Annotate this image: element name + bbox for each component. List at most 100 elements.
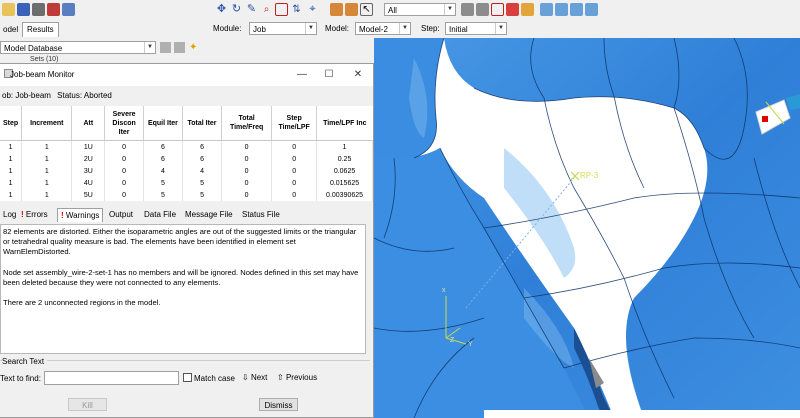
find-input[interactable] [44, 371, 179, 385]
table-cell: 0.00390625 [316, 189, 373, 201]
pan-icon[interactable]: ✎ [245, 3, 258, 16]
table-cell: 1 [0, 153, 23, 165]
table-row[interactable]: 1 1 2U 0 6 6 0 0 0.25 [0, 153, 373, 165]
tab-errors[interactable]: ! Errors [18, 208, 51, 221]
dismiss-button[interactable]: Dismiss [259, 398, 298, 411]
filter-icon[interactable] [461, 3, 474, 16]
main-toolbar: ✥ ↻ ✎ ⌕ ⇅ ⌖ ↖ All ▼ [0, 0, 800, 21]
tab-results[interactable]: Results [22, 22, 59, 37]
warning-icon: ! [61, 211, 64, 220]
tab-data-file[interactable]: Data File [141, 208, 179, 221]
move-icon[interactable]: ✥ [215, 3, 228, 16]
table-cell: 0 [271, 189, 318, 201]
col-header: Equil Iter [143, 106, 184, 141]
save-icon[interactable] [17, 3, 30, 16]
table-cell: 5 [143, 189, 184, 201]
model-label: Model: [325, 24, 350, 33]
search-group-label: Search Text [2, 357, 48, 366]
model-database-select[interactable]: Model Database ▼ [0, 41, 156, 54]
zoom-icon[interactable]: ⌕ [260, 3, 273, 16]
tab-status-file[interactable]: Status File [239, 208, 283, 221]
selection-filter-select[interactable]: All ▼ [384, 3, 456, 16]
kill-button[interactable]: Kill [68, 398, 107, 411]
table-row[interactable]: 1 1 4U 0 5 5 0 0 0.015625 [0, 177, 373, 189]
col-header: Step Time/LPF [271, 106, 318, 141]
model-select[interactable]: Model-2 ▼ [355, 22, 411, 35]
view-icon[interactable] [476, 3, 489, 16]
dialog-titlebar[interactable]: Job-beam Monitor — ☐ ✕ [0, 64, 373, 86]
tab-errors-label: Errors [25, 210, 48, 219]
table-cell: 1 [0, 177, 23, 189]
axis-y-label: Y [468, 341, 473, 348]
iso-view-icon[interactable] [540, 3, 553, 16]
tree-filter-icon[interactable] [160, 42, 171, 53]
tab-message-file[interactable]: Message File [182, 208, 236, 221]
table-cell: 0 [221, 140, 273, 153]
axis-z-label: Z [450, 337, 455, 344]
table-row[interactable]: 1 1 3U 0 4 4 0 0 0.0625 [0, 165, 373, 177]
table-cell: 6 [182, 153, 223, 165]
table-cell: 1 [21, 177, 73, 189]
select-box-icon[interactable] [491, 3, 504, 16]
fit-icon[interactable]: ⇅ [290, 3, 303, 16]
maximize-icon[interactable]: ☐ [318, 67, 340, 82]
side-view-icon[interactable] [585, 3, 598, 16]
next-button[interactable]: ⇩ Next [242, 373, 267, 382]
col-header: Increment [21, 106, 73, 141]
job-name: Job-beam [15, 91, 51, 100]
table-cell: 4 [182, 165, 223, 177]
tab-model[interactable]: odel [0, 23, 21, 36]
axis-x-label: x [442, 287, 446, 294]
lightbulb-icon[interactable]: ✦ [189, 42, 200, 53]
table-cell: 0 [221, 165, 273, 177]
display-icon[interactable] [506, 3, 519, 16]
warning-message: Node set assembly_wire-2-set-1 has no me… [3, 267, 359, 287]
table-cell: 1 [21, 165, 73, 177]
shaded-view-icon[interactable] [521, 3, 534, 16]
close-icon[interactable]: ✕ [347, 67, 369, 82]
folder-icon[interactable] [2, 3, 15, 16]
table-cell: 4U [71, 177, 106, 189]
mesh-render: RP-3 Y x Z [374, 38, 800, 418]
module-select[interactable]: Job ▼ [249, 22, 317, 35]
module-label: Module: [213, 24, 242, 33]
table-cell: 0 [271, 165, 318, 177]
front-view-icon[interactable] [555, 3, 568, 16]
box-zoom-icon[interactable] [275, 3, 288, 16]
step-label: Step: [421, 24, 440, 33]
move-icon[interactable] [62, 3, 75, 16]
col-header: Total Iter [182, 106, 223, 141]
reference-point-marker[interactable]: RP-3 [570, 171, 599, 181]
table-cell: 0 [104, 189, 144, 201]
table-cell: 0 [104, 153, 144, 165]
match-case-checkbox[interactable] [183, 373, 192, 382]
render-icon[interactable] [330, 3, 343, 16]
cursor-icon[interactable]: ↖ [360, 3, 373, 16]
tree-expand-icon[interactable] [174, 42, 185, 53]
step-select[interactable]: Initial ▼ [445, 22, 507, 35]
table-cell: 5 [143, 177, 184, 189]
next-label: Next [250, 373, 268, 382]
shade-icon[interactable] [345, 3, 358, 16]
previous-label: Previous [285, 373, 318, 382]
model-viewport[interactable]: RP-3 Y x Z [374, 38, 800, 418]
table-cell: 1 [0, 140, 23, 153]
table-cell: 0 [221, 153, 273, 165]
print-icon[interactable] [32, 3, 45, 16]
status-label: Status: [57, 91, 83, 100]
top-view-icon[interactable] [570, 3, 583, 16]
minimize-icon[interactable]: — [291, 67, 313, 82]
home-icon[interactable] [47, 3, 60, 16]
tab-warnings[interactable]: ! Warnings [57, 208, 104, 222]
tab-log[interactable]: Log [0, 208, 19, 221]
previous-button[interactable]: ⇧ Previous [277, 373, 317, 382]
table-row[interactable]: 1 1 5U 0 5 5 0 0 0.00390625 [0, 189, 373, 201]
tools-icon[interactable]: ⌖ [306, 3, 319, 16]
rotate-icon[interactable]: ↻ [230, 3, 243, 16]
table-cell: 0 [104, 177, 144, 189]
tab-output[interactable]: Output [106, 208, 136, 221]
warnings-text-area[interactable]: 82 elements are distorted. Either the is… [0, 224, 366, 354]
table-row[interactable]: 1 1 1U 0 6 6 0 0 1 [0, 140, 373, 153]
table-cell: 1 [316, 140, 373, 153]
col-header: Step [0, 106, 23, 141]
